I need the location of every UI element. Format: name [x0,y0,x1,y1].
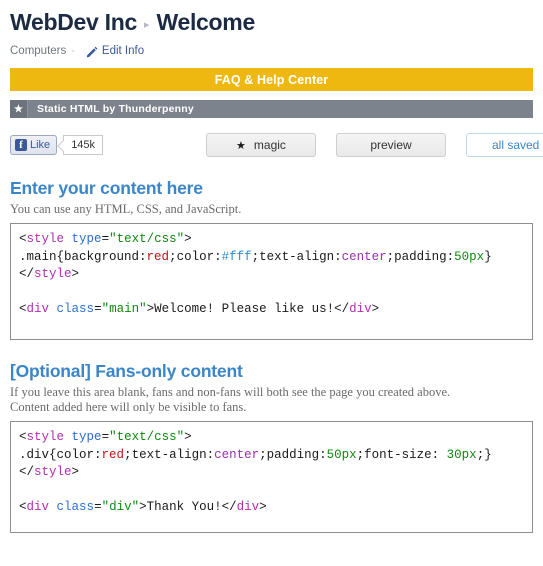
chevron-right-icon: ▸ [143,19,150,31]
save-status-badge: all saved :) [466,133,543,157]
toolbar: f Like 145k ★ magic preview all saved :) [10,133,543,157]
fans-description-line-2: Content added here will only be visible … [10,400,247,414]
faq-help-center-label: FAQ & Help Center [214,72,329,87]
magic-button-label: magic [253,138,286,152]
content-section-description: You can use any HTML, CSS, and JavaScrip… [10,202,242,216]
code-line-5: <div class="div">Thank You!</div> [19,500,267,514]
facebook-like-label: Like [30,139,51,151]
code-line-1: <style type="text/css"> [19,430,192,444]
code-line-1: <style type="text/css"> [19,232,192,246]
preview-button[interactable]: preview [336,133,446,157]
preview-button-label: preview [370,138,412,152]
app-bar: ★ Static HTML by Thunderpenny [10,100,533,118]
fans-section-description: If you leave this area blank, fans and n… [10,385,533,415]
code-line-5: <div class="main">Welcome! Please like u… [19,302,380,316]
code-line-4-blank [19,285,27,299]
breadcrumb: Computers · Edit Info [10,45,533,58]
fans-section-title: [Optional] Fans-only content [10,361,243,381]
fans-description-line-1: If you leave this area blank, fans and n… [10,385,451,399]
fans-code-editor[interactable]: <style type="text/css"> .div{color:red;t… [10,421,533,533]
breadcrumb-separator: · [71,45,75,57]
facebook-like-button[interactable]: f Like [10,135,58,155]
edit-info-label: Edit Info [101,45,145,57]
code-line-2: .main{background:red;color:#fff;text-ali… [19,249,492,264]
page-title: WebDev Inc ▸ Welcome [10,0,533,40]
magic-button[interactable]: ★ magic [206,133,316,157]
code-line-3: </style> [19,465,80,479]
facebook-like-count: 145k [63,135,104,155]
save-status-label: all saved :) [491,138,543,152]
code-line-2: .div{color:red;text-align:center;padding… [19,447,492,462]
facebook-icon: f [15,139,27,151]
star-icon: ★ [10,100,28,118]
page-root: WebDev Inc ▸ Welcome Computers · Edit In… [0,0,543,566]
breadcrumb-category: Computers [10,45,67,57]
fans-only-section: [Optional] Fans-only content If you leav… [10,360,533,533]
app-bar-title: Static HTML by Thunderpenny [37,103,194,115]
code-line-4-blank [19,483,27,497]
page-title-tab: Welcome [156,9,255,35]
edit-info-link[interactable]: Edit Info [86,45,145,58]
content-section-title: Enter your content here [10,178,203,198]
content-code-editor[interactable]: <style type="text/css"> .main{background… [10,223,533,340]
page-title-brand: WebDev Inc [10,9,137,35]
toolbar-actions: ★ magic preview all saved :) [206,133,543,157]
code-line-3: </style> [19,267,80,281]
content-section: Enter your content here You can use any … [10,177,533,340]
magic-star-icon: ★ [236,139,246,152]
faq-help-center-bar[interactable]: FAQ & Help Center [10,68,533,91]
pencil-icon [86,46,98,58]
